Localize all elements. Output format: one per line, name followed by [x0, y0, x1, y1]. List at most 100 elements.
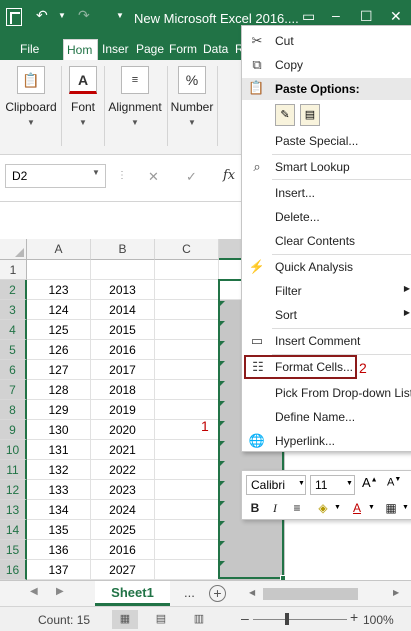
cell[interactable]: [155, 380, 219, 400]
menu-item-hyperlink[interactable]: 🌐 Hyperlink...: [242, 429, 411, 453]
name-box[interactable]: D2: [5, 164, 106, 188]
zoom-level[interactable]: 100%: [363, 613, 394, 627]
cell[interactable]: 134: [27, 500, 91, 520]
menu-item-quick-analysis[interactable]: ⚡ Quick Analysis: [242, 255, 411, 279]
row-header[interactable]: 12: [0, 480, 27, 500]
cell[interactable]: 2018: [91, 380, 155, 400]
cell[interactable]: [155, 500, 219, 520]
undo-icon[interactable]: ↶: [36, 7, 48, 24]
column-header-b[interactable]: B: [91, 239, 155, 260]
menu-item-paste-special[interactable]: Paste Special...: [242, 129, 411, 153]
column-header-c[interactable]: C: [155, 239, 219, 260]
clipboard-group[interactable]: 📋 Clipboard ▼: [2, 60, 60, 155]
cell[interactable]: 2017: [91, 360, 155, 380]
cell[interactable]: 128: [27, 380, 91, 400]
more-sheets-button[interactable]: ...: [184, 585, 195, 600]
tab-data[interactable]: Data: [200, 39, 232, 60]
row-header[interactable]: 5: [0, 340, 27, 360]
cell[interactable]: 125: [27, 320, 91, 340]
paste-values-icon[interactable]: ▤: [300, 104, 320, 126]
cell[interactable]: 2019: [91, 400, 155, 420]
cell[interactable]: 2024: [91, 500, 155, 520]
tab-insert[interactable]: Inser: [99, 39, 132, 60]
maximize-icon[interactable]: ☐: [360, 8, 373, 25]
row-header[interactable]: 10: [0, 440, 27, 460]
row-header[interactable]: 6: [0, 360, 27, 380]
cell[interactable]: 2013: [91, 280, 155, 300]
row-header[interactable]: 7: [0, 380, 27, 400]
cell[interactable]: 2025: [91, 520, 155, 540]
borders-icon[interactable]: ▦: [382, 498, 400, 518]
cell[interactable]: 2022: [91, 460, 155, 480]
paste-icon[interactable]: ✎: [275, 104, 295, 126]
zoom-in-icon[interactable]: +: [350, 609, 358, 625]
cell[interactable]: [155, 480, 219, 500]
chevron-down-icon[interactable]: ▼: [368, 504, 375, 511]
row-header[interactable]: 13: [0, 500, 27, 520]
cancel-icon[interactable]: ✕: [148, 169, 159, 185]
menu-item-filter[interactable]: Filter ▶: [242, 279, 411, 303]
row-header[interactable]: 1: [0, 260, 27, 280]
cell[interactable]: 2015: [91, 320, 155, 340]
cell[interactable]: [155, 320, 219, 340]
row-header[interactable]: 14: [0, 520, 27, 540]
close-icon[interactable]: ✕: [390, 8, 402, 25]
row-header[interactable]: 16: [0, 560, 27, 580]
cell[interactable]: [155, 300, 219, 320]
menu-item-define-name[interactable]: Define Name...: [242, 405, 411, 429]
bold-button[interactable]: B: [246, 498, 264, 518]
menu-item-clear-contents[interactable]: Clear Contents: [242, 229, 411, 253]
font-group[interactable]: A Font ▼: [63, 60, 103, 155]
chevron-down-icon[interactable]: ▼: [334, 504, 341, 511]
chevron-down-icon[interactable]: ▼: [298, 480, 305, 487]
row-header[interactable]: 8: [0, 400, 27, 420]
font-color-button[interactable]: A: [348, 498, 366, 518]
cell[interactable]: 2020: [91, 420, 155, 440]
cell[interactable]: [155, 280, 219, 300]
tab-home[interactable]: Hom: [63, 39, 98, 60]
increase-font-icon[interactable]: A▲: [362, 475, 378, 490]
cell[interactable]: 2016: [91, 540, 155, 560]
cell[interactable]: [155, 340, 219, 360]
scrollbar-thumb[interactable]: [263, 588, 358, 600]
sheet-prev-icon[interactable]: ◀: [30, 586, 38, 597]
cell[interactable]: [155, 420, 219, 440]
cell[interactable]: [155, 540, 219, 560]
chevron-down-icon[interactable]: ▼: [346, 480, 353, 487]
italic-button[interactable]: I: [266, 498, 284, 518]
sheet-tab-sheet1[interactable]: Sheet1: [95, 581, 170, 606]
cell[interactable]: [155, 560, 219, 580]
ribbon-display-options-icon[interactable]: ▭: [302, 8, 315, 25]
alignment-group[interactable]: ≡ Alignment ▼: [105, 60, 165, 155]
grip-icon[interactable]: ⋮: [117, 170, 127, 181]
chevron-down-icon[interactable]: ▼: [402, 504, 409, 511]
cell[interactable]: 2027: [91, 560, 155, 580]
cell[interactable]: [219, 560, 285, 580]
scroll-right-icon[interactable]: ▶: [393, 588, 399, 597]
tab-file[interactable]: File: [8, 39, 48, 60]
undo-dropdown-icon[interactable]: ▼: [58, 11, 66, 20]
zoom-slider[interactable]: [253, 619, 347, 620]
cell[interactable]: 131: [27, 440, 91, 460]
horizontal-scrollbar[interactable]: ◀ ▶: [247, 587, 407, 601]
cell[interactable]: 136: [27, 540, 91, 560]
minimize-icon[interactable]: –: [332, 7, 340, 23]
cell[interactable]: 126: [27, 340, 91, 360]
cell[interactable]: [27, 260, 91, 280]
zoom-out-icon[interactable]: –: [241, 610, 249, 626]
row-header[interactable]: 9: [0, 420, 27, 440]
row-header[interactable]: 3: [0, 300, 27, 320]
cell[interactable]: [91, 260, 155, 280]
select-all-corner[interactable]: [0, 239, 27, 260]
insert-function-icon[interactable]: fx: [223, 168, 235, 183]
cell[interactable]: 135: [27, 520, 91, 540]
number-group[interactable]: % Number ▼: [168, 60, 216, 155]
cell[interactable]: 2021: [91, 440, 155, 460]
cell[interactable]: 2023: [91, 480, 155, 500]
cell[interactable]: [155, 400, 219, 420]
menu-item-insert[interactable]: Insert...: [242, 181, 411, 205]
chevron-down-icon[interactable]: ▼: [92, 168, 100, 177]
redo-icon[interactable]: ↷: [78, 7, 90, 24]
menu-item-insert-comment[interactable]: ▭ Insert Comment: [242, 329, 411, 353]
menu-item-cut[interactable]: ✂ Cut: [242, 29, 411, 53]
